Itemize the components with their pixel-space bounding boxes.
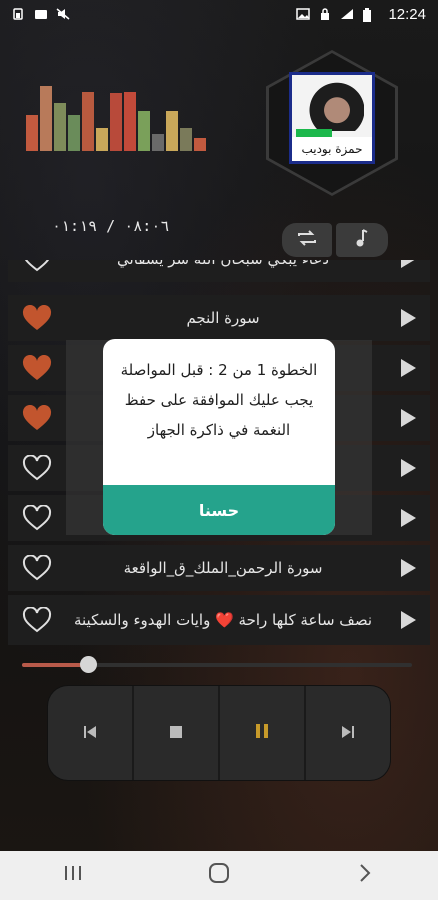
clock: 12:24 (388, 5, 426, 23)
album-caption: حمزة بوديب (292, 137, 372, 161)
equalizer-bar (180, 128, 192, 151)
mute-icon (56, 8, 70, 20)
equalizer-bar (96, 128, 108, 151)
play-icon[interactable] (401, 260, 416, 268)
playlist-row[interactable]: نصف ساعة كلها راحة ❤️ وايات الهدوء والسك… (8, 595, 430, 645)
pause-icon (255, 723, 269, 743)
seek-progress (22, 663, 89, 667)
dialog-message: الخطوة 1 من 2 : قبل المواصلة يجب عليك ال… (120, 361, 318, 439)
equalizer-bar (68, 115, 80, 151)
play-icon[interactable] (401, 409, 416, 427)
home-button[interactable] (189, 856, 249, 896)
track-title: دعاء يبكي سبحان الله شر يشفاني (66, 260, 380, 270)
track-title: سورة النجم (186, 309, 260, 327)
time-readout: ٠٨:٠٦ / ٠١:١٩ (52, 217, 170, 235)
equalizer-bar (138, 111, 150, 151)
play-icon[interactable] (401, 611, 416, 629)
recent-apps-button[interactable] (43, 856, 103, 896)
ok-button[interactable]: حسنا (103, 485, 335, 535)
seek-bar[interactable] (22, 656, 412, 673)
previous-button[interactable] (48, 686, 134, 780)
back-icon (358, 863, 372, 889)
heart-filled-icon[interactable] (20, 303, 54, 333)
play-icon[interactable] (401, 309, 416, 327)
heart-outline-icon[interactable] (20, 453, 54, 483)
play-icon[interactable] (401, 559, 416, 577)
equalizer-bar (152, 134, 164, 151)
permission-dialog: الخطوة 1 من 2 : قبل المواصلة يجب عليك ال… (103, 339, 335, 535)
heart-filled-icon[interactable] (20, 403, 54, 433)
system-nav-bar (0, 851, 438, 900)
play-icon[interactable] (401, 459, 416, 477)
equalizer-bar (194, 138, 206, 151)
equalizer-bar (82, 92, 94, 151)
music-button[interactable] (336, 223, 388, 257)
equalizer-bar (166, 111, 178, 151)
album-art: حمزة بوديب (289, 72, 375, 164)
equalizer-bar (54, 103, 66, 151)
equalizer-bar (124, 92, 136, 151)
album-art-frame: حمزة بوديب (266, 50, 398, 196)
track-title: سورة الرحمن_الملك_ق_الواقعة (123, 559, 323, 577)
recent-apps-icon (63, 863, 83, 888)
equalizer-bar (26, 115, 38, 151)
transport-controls (48, 686, 390, 780)
lock-icon (318, 8, 332, 20)
heart-filled-icon[interactable] (20, 353, 54, 383)
repeat-icon (296, 228, 318, 252)
next-button[interactable] (306, 686, 390, 780)
play-icon[interactable] (401, 359, 416, 377)
stop-button[interactable] (134, 686, 220, 780)
heart-outline-icon[interactable] (20, 503, 54, 533)
heart-outline-icon[interactable] (20, 553, 54, 583)
skip-previous-icon (83, 724, 97, 743)
heart-outline-icon[interactable] (20, 260, 54, 274)
equalizer-visualizer (26, 85, 216, 151)
status-bar: 12:24 (0, 0, 438, 28)
battery-saver-icon (12, 8, 26, 20)
track-title: نصف ساعة كلها راحة ❤️ وايات الهدوء والسك… (73, 611, 373, 629)
playlist-row[interactable]: سورة النجم (8, 295, 430, 341)
gallery-icon (296, 8, 311, 20)
notification-icon (34, 8, 48, 20)
battery-icon (362, 8, 376, 22)
pause-button[interactable] (220, 686, 306, 780)
heart-outline-icon[interactable] (20, 605, 54, 635)
stop-icon (169, 724, 183, 743)
playlist-row[interactable]: سورة الرحمن_الملك_ق_الواقعة (8, 545, 430, 591)
skip-next-icon (341, 724, 355, 743)
play-icon[interactable] (401, 509, 416, 527)
home-icon (208, 862, 230, 890)
music-note-icon (354, 228, 370, 253)
equalizer-bar (110, 93, 122, 151)
signal-icon (340, 8, 354, 20)
playlist-row[interactable]: دعاء يبكي سبحان الله شر يشفاني (8, 260, 430, 282)
repeat-button[interactable] (282, 223, 332, 257)
equalizer-bar (40, 86, 52, 151)
back-button[interactable] (335, 856, 395, 896)
